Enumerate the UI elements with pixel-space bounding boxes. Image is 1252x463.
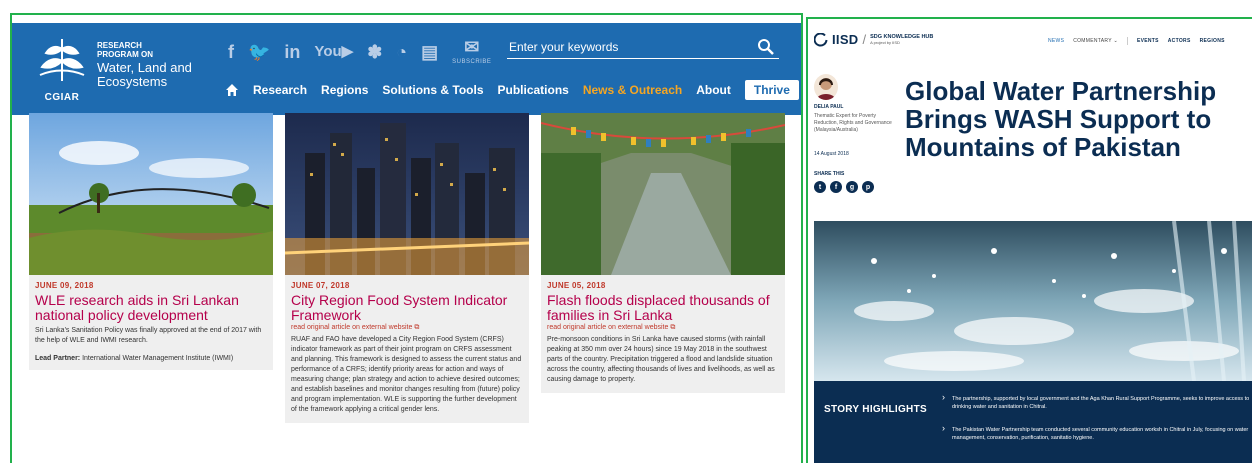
news-card: JUNE 05, 2018 Flash floods displaced tho…	[541, 113, 785, 423]
lead-partner-label: Lead Partner:	[35, 355, 81, 362]
nav-publications[interactable]: Publications	[498, 83, 569, 97]
search-box	[507, 37, 779, 59]
iisd-logo[interactable]: IISD / SDG KNOWLEDGE HUB A project by II…	[814, 32, 933, 47]
news-card-body: JUNE 07, 2018 City Region Food System In…	[285, 275, 529, 423]
search-input[interactable]	[507, 37, 747, 57]
news-card-summary: Sri Lanka's Sanitation Policy was finall…	[35, 327, 262, 344]
highlight-item: › The partnership, supported by local go…	[942, 392, 1252, 411]
highlight-text: The Pakistan Water Partnership team cond…	[952, 427, 1249, 441]
logo-divider: /	[862, 32, 867, 47]
news-card-title[interactable]: Flash floods displaced thousands of fami…	[547, 293, 779, 323]
highlight-text: The partnership, supported by local gove…	[952, 396, 1250, 410]
news-card-title[interactable]: City Region Food System Indicator Framew…	[291, 293, 523, 323]
external-link-icon: ⧉	[414, 324, 420, 331]
news-card-body: JUNE 09, 2018 WLE research aids in Sri L…	[29, 275, 273, 370]
news-card-image[interactable]	[541, 113, 785, 275]
nav-solutions-tools[interactable]: Solutions & Tools	[382, 83, 483, 97]
facebook-icon[interactable]: f	[830, 181, 842, 193]
iisd-browser-window: IISD / SDG KNOWLEDGE HUB A project by II…	[806, 17, 1252, 463]
highlight-item: › The Pakistan Water Partnership team co…	[942, 423, 1252, 442]
iisd-nav: NEWS COMMENTARY ⌄ EVENTS ACTORS REGIONS	[1048, 37, 1225, 45]
news-card-summary: Pre-monsoon conditions in Sri Lanka have…	[547, 336, 775, 383]
program-subtitle: RESEARCH PROGRAM ON	[97, 41, 153, 59]
lead-partner-value: International Water Management Institute…	[82, 355, 234, 362]
rss-icon[interactable]: ◔	[396, 42, 407, 62]
twitter-icon[interactable]: 🐦	[248, 42, 270, 62]
nav-research[interactable]: Research	[253, 83, 307, 97]
envelope-icon: ✉	[464, 37, 480, 57]
avatar[interactable]	[814, 74, 838, 100]
external-article-link[interactable]: read original article on external websit…	[291, 324, 523, 332]
cgiar-logo[interactable]: CGIAR	[32, 35, 92, 103]
nav-regions[interactable]: Regions	[321, 83, 368, 97]
wle-browser-window: CGIAR RESEARCH PROGRAM ON Water, Land an…	[10, 13, 803, 463]
nav-regions[interactable]: REGIONS	[1200, 38, 1225, 44]
iisd-ring-icon	[814, 32, 828, 46]
chevron-right-icon: ›	[942, 392, 945, 402]
search-icon[interactable]	[757, 38, 775, 56]
linkedin-icon[interactable]: in	[284, 42, 300, 62]
news-card: JUNE 07, 2018 City Region Food System In…	[285, 113, 529, 423]
subscribe-label: SUBSCRIBE	[452, 59, 492, 65]
external-article-link-label: read original article on external websit…	[547, 324, 669, 331]
author-name[interactable]: DELIA PAUL	[814, 104, 843, 110]
twitter-icon[interactable]: t	[814, 181, 826, 193]
hub-subtitle: A project by IISD	[870, 39, 900, 45]
news-card-date: JUNE 05, 2018	[547, 281, 606, 290]
youtube-icon[interactable]: You▶	[314, 42, 353, 62]
thrive-button[interactable]: Thrive	[744, 80, 799, 100]
program-title: Water, Land and Ecosystems	[97, 60, 192, 89]
nav-news[interactable]: NEWS	[1048, 38, 1064, 44]
chevron-right-icon: ›	[942, 423, 945, 433]
wheat-logo-icon	[39, 39, 85, 81]
newsletter-icon[interactable]: ▤	[421, 42, 438, 62]
news-card-summary: RUAF and FAO have developed a City Regio…	[291, 336, 522, 413]
wle-header: CGIAR RESEARCH PROGRAM ON Water, Land an…	[12, 23, 801, 115]
hero-image	[814, 221, 1252, 381]
news-card-date: JUNE 07, 2018	[291, 281, 350, 290]
news-card-image[interactable]	[29, 113, 273, 275]
main-nav: Research Regions Solutions & Tools Publi…	[225, 80, 799, 100]
nav-news-outreach[interactable]: News & Outreach	[583, 83, 682, 97]
story-highlights: STORY HIGHLIGHTS › The partnership, supp…	[814, 381, 1252, 463]
hub-title-block: SDG KNOWLEDGE HUB A project by IISD	[870, 34, 933, 46]
news-cards: JUNE 09, 2018 WLE research aids in Sri L…	[29, 113, 785, 423]
external-article-link[interactable]: read original article on external websit…	[547, 324, 779, 332]
home-icon[interactable]	[225, 83, 239, 97]
social-links: f 🐦 in You▶ ✽ ◔ ▤ ✉ SUBSCRIBE	[228, 37, 491, 67]
nav-divider	[1126, 37, 1128, 45]
news-card: JUNE 09, 2018 WLE research aids in Sri L…	[29, 113, 273, 423]
nav-commentary[interactable]: COMMENTARY ⌄	[1073, 38, 1118, 44]
subscribe-link[interactable]: ✉ SUBSCRIBE	[452, 37, 491, 67]
news-card-date: JUNE 09, 2018	[35, 281, 94, 290]
news-card-body: JUNE 05, 2018 Flash floods displaced tho…	[541, 275, 785, 393]
lead-partner: Lead Partner: International Water Manage…	[35, 355, 267, 362]
news-card-title[interactable]: WLE research aids in Sri Lankan national…	[35, 293, 267, 323]
external-article-link-label: read original article on external websit…	[291, 324, 413, 331]
nav-about[interactable]: About	[696, 83, 731, 97]
author-role: Thematic Expert for Poverty Reduction, R…	[814, 113, 892, 133]
page-title: Global Water Partnership Brings WASH Sup…	[905, 76, 1217, 162]
share-label: SHARE THIS	[814, 171, 845, 177]
cgiar-wordmark: CGIAR	[44, 92, 80, 103]
publish-date: 14 August 2018	[814, 151, 849, 157]
news-card-image[interactable]	[285, 113, 529, 275]
story-highlights-label: STORY HIGHLIGHTS	[824, 404, 927, 415]
facebook-icon[interactable]: f	[228, 42, 234, 62]
external-link-icon: ⧉	[670, 324, 676, 331]
flickr-icon[interactable]: ✽	[367, 42, 382, 62]
nav-events[interactable]: EVENTS	[1137, 38, 1159, 44]
nav-actors[interactable]: ACTORS	[1168, 38, 1191, 44]
iisd-brand: IISD	[832, 32, 859, 47]
share-buttons: t f g p	[814, 181, 874, 193]
google-plus-icon[interactable]: g	[846, 181, 858, 193]
pinterest-icon[interactable]: p	[862, 181, 874, 193]
